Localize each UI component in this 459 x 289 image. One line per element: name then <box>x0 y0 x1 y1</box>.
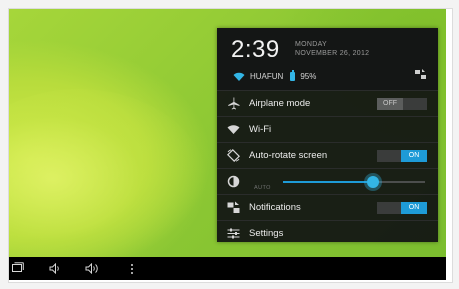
notifications-label: Notifications <box>249 202 301 213</box>
settings-label: Settings <box>249 228 284 239</box>
clock-time: 2:39 <box>231 36 280 63</box>
network-name: HUAFUN <box>250 71 284 81</box>
airplane-icon <box>228 97 240 110</box>
brightness-icon <box>227 175 240 188</box>
notifications-toggle[interactable]: ON <box>377 202 427 214</box>
wifi-row[interactable]: Wi-Fi <box>217 116 438 143</box>
brightness-slider-fill[interactable] <box>283 181 375 183</box>
auto-rotate-toggle[interactable]: ON <box>377 150 427 162</box>
notifications-icon <box>227 201 240 213</box>
volume-down-icon[interactable] <box>49 263 61 274</box>
airplane-mode-toggle-state: OFF <box>377 98 403 110</box>
panel-header: 2:39 MONDAY NOVEMBER 26, 2012 HUAFUN 95% <box>217 28 438 90</box>
airplane-mode-label: Airplane mode <box>249 98 311 109</box>
settings-sliders-icon <box>227 228 240 239</box>
auto-rotate-toggle-state: ON <box>401 150 427 162</box>
wifi-label: Wi-Fi <box>249 124 272 135</box>
system-navigation-bar <box>9 257 446 280</box>
brightness-row: AUTO <box>217 168 438 195</box>
brightness-slider-thumb[interactable] <box>367 176 379 188</box>
notifications-toggle-state: ON <box>401 202 427 214</box>
menu-icon[interactable] <box>130 263 134 275</box>
wifi-icon <box>227 125 240 134</box>
battery-icon <box>290 69 296 81</box>
airplane-mode-toggle[interactable]: OFF <box>377 98 427 110</box>
airplane-mode-row[interactable]: Airplane mode OFF <box>217 90 438 117</box>
notifications-row[interactable]: Notifications ON <box>217 194 438 221</box>
notifications-toggle-icon[interactable] <box>415 69 426 80</box>
battery-percent: 95% <box>300 71 317 81</box>
brightness-slider-rest[interactable] <box>375 181 425 183</box>
volume-up-icon[interactable] <box>85 263 99 274</box>
date-label: NOVEMBER 26, 2012 <box>295 50 370 57</box>
auto-rotate-label: Auto-rotate screen <box>249 150 328 161</box>
settings-row[interactable]: Settings <box>217 220 438 243</box>
auto-rotate-row[interactable]: Auto-rotate screen ON <box>217 142 438 169</box>
quick-settings-panel: 2:39 MONDAY NOVEMBER 26, 2012 HUAFUN 95%… <box>217 28 438 242</box>
auto-brightness-label[interactable]: AUTO <box>254 185 271 191</box>
recent-apps-icon[interactable] <box>12 262 24 274</box>
day-label: MONDAY <box>295 41 328 48</box>
status-row: HUAFUN 95% <box>233 69 317 82</box>
wifi-signal-icon <box>233 72 245 81</box>
auto-rotate-icon <box>227 149 240 162</box>
